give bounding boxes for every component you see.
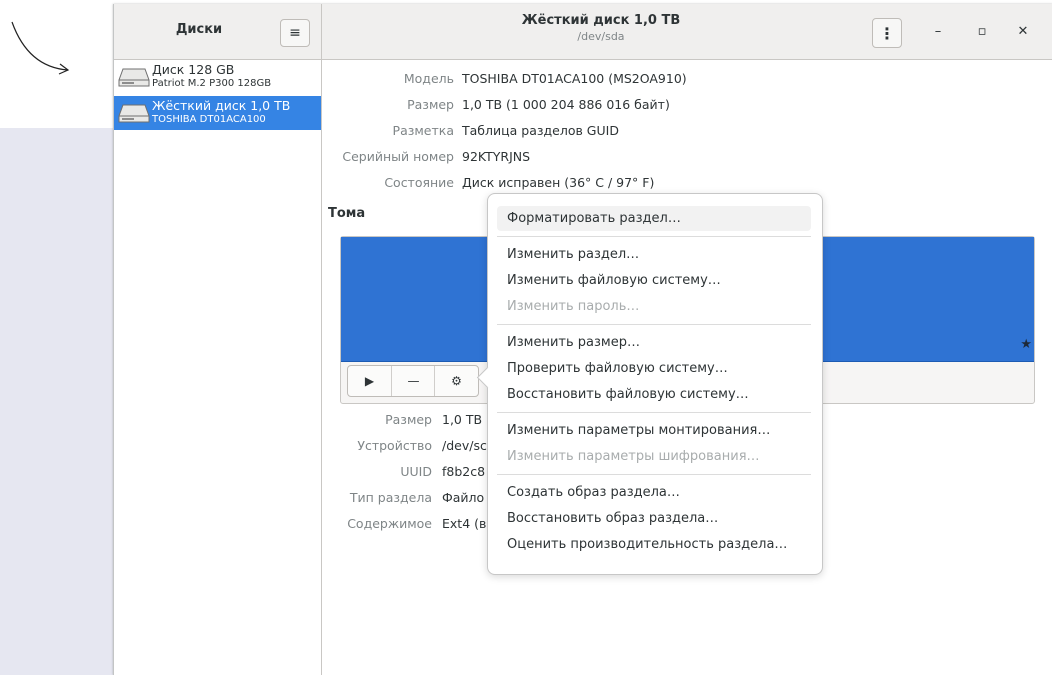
vol-size-label: Размер: [385, 412, 432, 427]
close-icon: ✕: [1017, 24, 1029, 39]
partitioning-label: Разметка: [392, 123, 454, 138]
vol-type-label: Тип раздела: [349, 490, 432, 505]
drive-item-128gb[interactable]: Диск 128 GB Patriot M.2 P300 128GB: [114, 60, 321, 94]
size-label: Размер: [407, 97, 454, 112]
drive-menu-button[interactable]: ⋮: [872, 18, 902, 48]
assessment-label: Состояние: [384, 175, 454, 190]
partitioning-value: Таблица разделов GUID: [462, 123, 619, 138]
vol-device-label: Устройство: [357, 438, 432, 453]
vol-device-value: /dev/sc: [442, 438, 487, 453]
serial-label: Серийный номер: [342, 149, 454, 164]
minimize-button[interactable]: –: [928, 22, 948, 42]
vol-size-value: 1,0 ТВ: [442, 412, 483, 427]
window-title: Жёсткий диск 1,0 ТВ: [521, 13, 681, 28]
drive-name: Диск 128 GB: [152, 62, 235, 77]
delete-partition-button[interactable]: —: [391, 366, 435, 396]
app-title: Диски: [175, 22, 223, 37]
play-icon: ▶: [364, 374, 375, 388]
close-button[interactable]: ✕: [1013, 22, 1033, 42]
volumes-title: Тома: [328, 206, 366, 221]
minus-icon: —: [407, 374, 420, 388]
drive-name: Жёсткий диск 1,0 ТВ: [152, 98, 291, 113]
menu-item-edit-encryption-options: Изменить параметры шифрования…: [507, 449, 760, 464]
partition-options-button[interactable]: ⚙: [434, 366, 478, 396]
size-value: 1,0 ТВ (1 000 204 886 016 байт): [462, 97, 670, 112]
vol-contents-value: Ext4 (в: [442, 516, 487, 531]
vol-contents-label: Содержимое: [347, 516, 432, 531]
window-subtitle: /dev/sda: [577, 30, 625, 43]
vol-uuid-label: UUID: [400, 464, 432, 479]
menu-item-edit-filesystem[interactable]: Изменить файловую систему…: [497, 268, 811, 293]
hard-drive-icon: [118, 68, 150, 87]
sidebar-header: Диски ≡: [114, 4, 322, 59]
maximize-icon: ▫: [977, 24, 987, 39]
minimize-icon: –: [934, 24, 942, 39]
assessment-value: Диск исправен (36° C / 97° F): [462, 175, 655, 190]
hamburger-icon: ≡: [289, 25, 301, 41]
model-value: TOSHIBA DT01ACA100 (MS2OA910): [462, 71, 687, 86]
menu-item-resize[interactable]: Изменить размер…: [497, 330, 811, 355]
drive-item-1tb[interactable]: Жёсткий диск 1,0 ТВ TOSHIBA DT01ACA100: [114, 96, 321, 130]
menu-item-restore-image[interactable]: Восстановить образ раздела…: [497, 506, 811, 531]
vol-type-value: Файло: [442, 490, 485, 505]
serial-value: 92KTYRJNS: [462, 149, 531, 164]
gears-icon: ⚙: [451, 374, 462, 388]
menu-separator: [497, 412, 811, 413]
menu-item-edit-mount-options[interactable]: Изменить параметры монтирования…: [497, 418, 811, 443]
header-bar: Диски ≡ Жёсткий диск 1,0 ТВ /dev/sda ⋮ –…: [114, 4, 1052, 60]
vol-uuid-value: f8b2c8: [442, 464, 486, 479]
mount-button[interactable]: ▶: [348, 366, 391, 396]
maximize-button[interactable]: ▫: [972, 22, 992, 42]
menu-separator: [497, 324, 811, 325]
menu-item-format-partition[interactable]: Форматировать раздел…: [497, 206, 811, 231]
partition-context-menu: Форматировать раздел… Изменить раздел… И…: [476, 193, 823, 575]
hard-drive-icon: [118, 104, 150, 123]
model-label: Модель: [403, 71, 454, 86]
drive-list: Диск 128 GB Patriot M.2 P300 128GB Жёстк…: [114, 60, 322, 675]
volume-toolbar: ▶ — ⚙: [347, 365, 479, 397]
drive-model: Patriot M.2 P300 128GB: [152, 78, 272, 89]
star-icon: ★: [1020, 337, 1032, 352]
main-menu-button[interactable]: ≡: [280, 19, 310, 47]
menu-item-check-filesystem[interactable]: Проверить файловую систему…: [497, 356, 811, 381]
menu-item-create-image[interactable]: Создать образ раздела…: [497, 480, 811, 505]
window-title-block: Жёсткий диск 1,0 ТВ /dev/sda: [321, 13, 881, 43]
menu-item-change-passphrase: Изменить пароль…: [507, 299, 640, 314]
menu-item-edit-partition[interactable]: Изменить раздел…: [497, 242, 811, 267]
menu-separator: [497, 474, 811, 475]
menu-item-benchmark[interactable]: Оценить производительность раздела…: [497, 532, 811, 557]
kebab-menu-icon: ⋮: [879, 23, 895, 43]
drive-model: TOSHIBA DT01ACA100: [152, 114, 266, 125]
menu-item-repair-filesystem[interactable]: Восстановить файловую систему…: [497, 382, 811, 407]
menu-separator: [497, 236, 811, 237]
annotation-arrow-icon: [11, 21, 70, 75]
